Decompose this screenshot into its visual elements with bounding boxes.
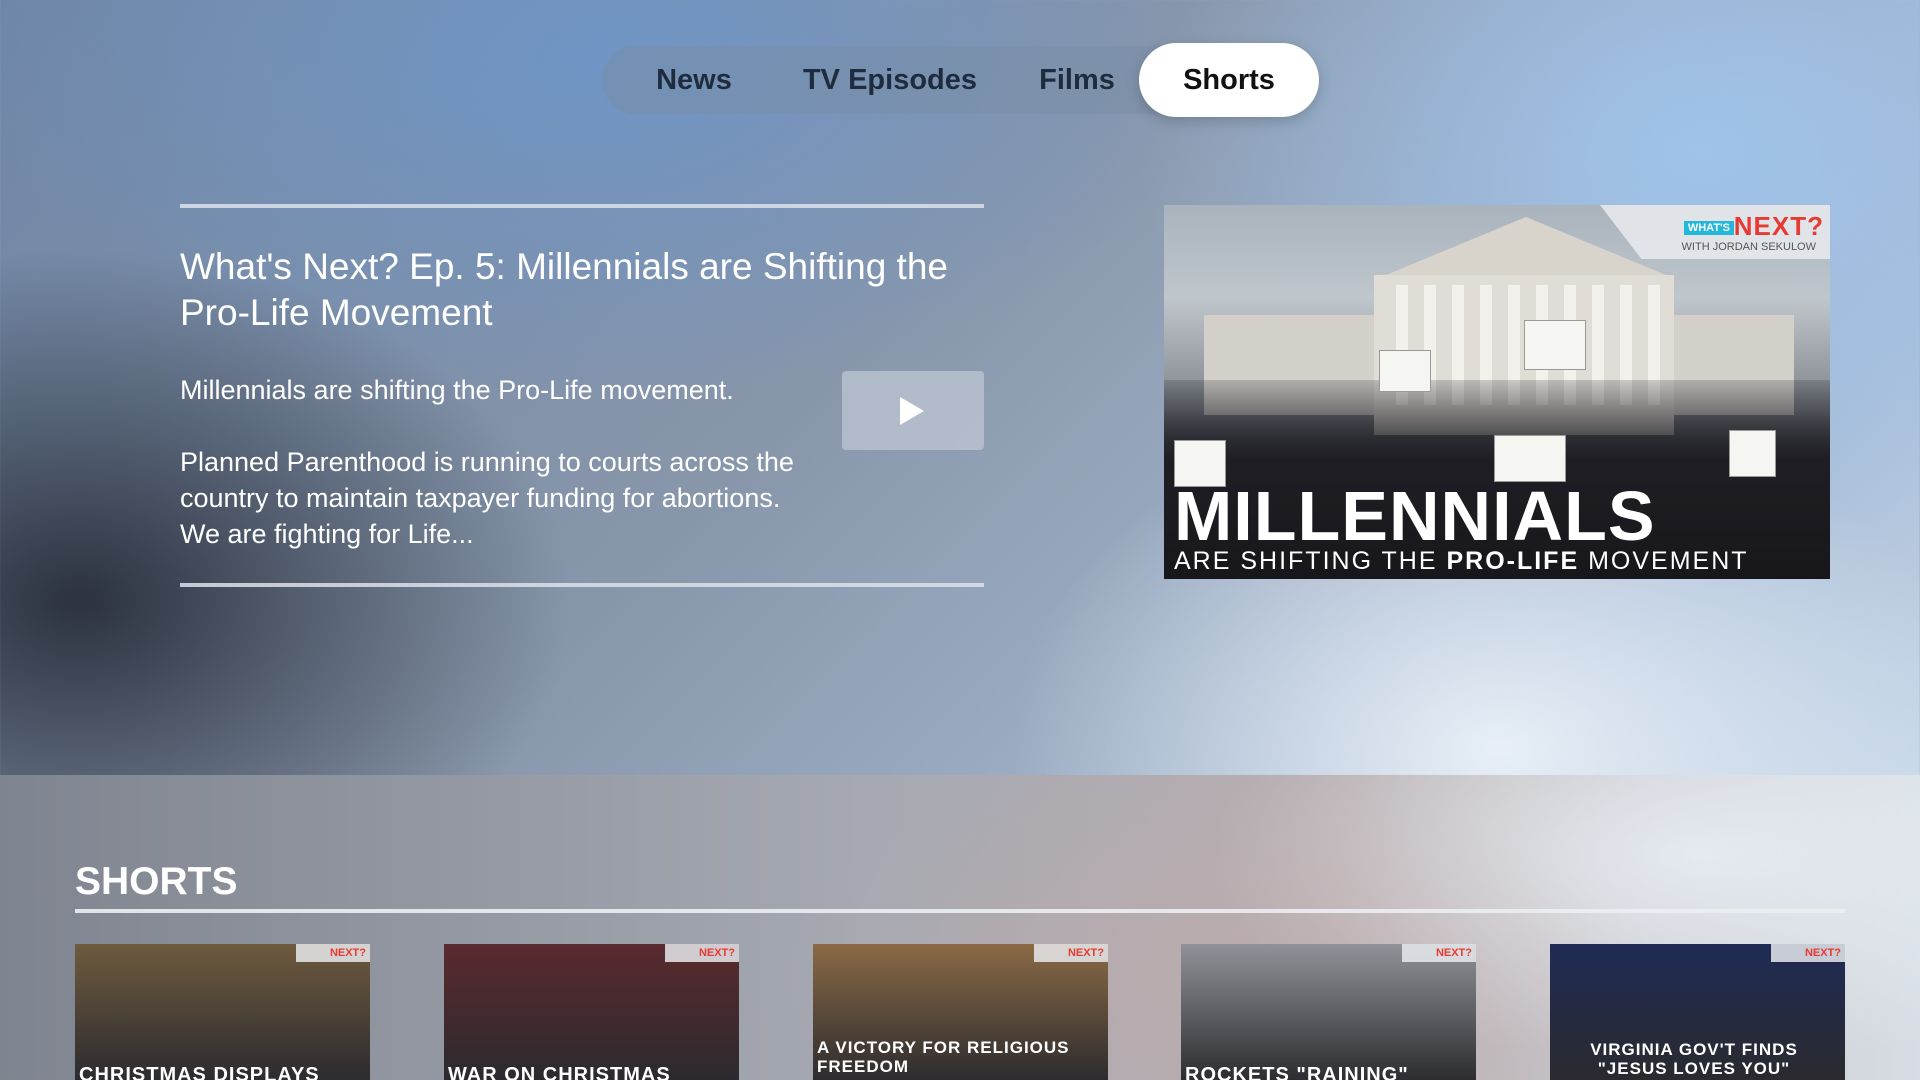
card-caption: WAR ON CHRISTMAS <box>448 1064 671 1080</box>
thumbnail-subline-post: MOVEMENT <box>1588 547 1749 575</box>
card-logo: NEXT? <box>1402 944 1476 962</box>
featured-top-divider <box>180 204 984 208</box>
thumbnail-subline-bold: PRO-LIFE <box>1446 547 1580 575</box>
top-tab-bar: News TV Episodes Films Shorts <box>602 43 1319 117</box>
protest-sign <box>1729 430 1776 477</box>
show-logo-main: NEXT? <box>1733 211 1824 241</box>
show-logo-subtitle: WITH JORDAN SEKULOW <box>1681 241 1816 253</box>
featured-bottom-divider <box>180 583 984 587</box>
short-card-virginia-jesus-loves-you[interactable]: NEXT? VIRGINIA GOV'T FINDS "JESUS LOVES … <box>1550 944 1845 1080</box>
card-caption: VIRGINIA GOV'T FINDS "JESUS LOVES YOU" <box>1590 1040 1798 1078</box>
card-caption: CHRISTMAS DISPLAYS <box>79 1064 320 1080</box>
thumbnail-subline: ARE SHIFTING THE PRO-LIFE MOVEMENT <box>1174 547 1749 576</box>
card-caption: A VICTORY FOR RELIGIOUS FREEDOM <box>817 1038 1070 1076</box>
short-card-rockets-raining[interactable]: NEXT? ROCKETS "RAINING" <box>1181 944 1476 1080</box>
protest-sign <box>1379 350 1431 392</box>
short-card-religious-freedom[interactable]: NEXT? A VICTORY FOR RELIGIOUS FREEDOM <box>813 944 1108 1080</box>
tab-tv-episodes[interactable]: TV Episodes <box>780 46 1000 114</box>
tab-films[interactable]: Films <box>1022 46 1132 114</box>
card-logo: NEXT? <box>1034 944 1108 962</box>
show-logo-prefix: WHAT'S <box>1683 221 1734 235</box>
section-title: SHORTS <box>75 860 238 903</box>
featured-title: What's Next? Ep. 5: Millennials are Shif… <box>180 246 948 333</box>
tab-news[interactable]: News <box>630 46 758 114</box>
card-caption: ROCKETS "RAINING" <box>1185 1064 1409 1080</box>
thumbnail-subline-pre: ARE SHIFTING THE <box>1174 547 1438 575</box>
featured-description: Millennials are shifting the Pro-Life mo… <box>180 372 800 588</box>
card-logo: NEXT? <box>1771 944 1845 962</box>
card-logo: NEXT? <box>296 944 370 962</box>
featured-thumbnail[interactable]: WHAT'S NEXT? WITH JORDAN SEKULOW MILLENN… <box>1164 205 1830 579</box>
section-divider <box>75 909 1845 913</box>
play-button[interactable] <box>842 371 984 450</box>
thumbnail-headline: MILLENNIALS <box>1174 477 1656 555</box>
short-card-christmas-displays[interactable]: NEXT? CHRISTMAS DISPLAYS <box>75 944 370 1080</box>
short-card-war-on-christmas[interactable]: NEXT? WAR ON CHRISTMAS <box>444 944 739 1080</box>
card-logo: NEXT? <box>665 944 739 962</box>
featured-description-line: Millennials are shifting the Pro-Life mo… <box>180 375 734 405</box>
featured-description-body: Planned Parenthood is running to courts … <box>180 447 794 549</box>
play-icon <box>900 397 924 425</box>
protest-sign <box>1524 320 1586 370</box>
tab-shorts[interactable]: Shorts <box>1139 43 1319 117</box>
protest-sign <box>1494 435 1566 482</box>
